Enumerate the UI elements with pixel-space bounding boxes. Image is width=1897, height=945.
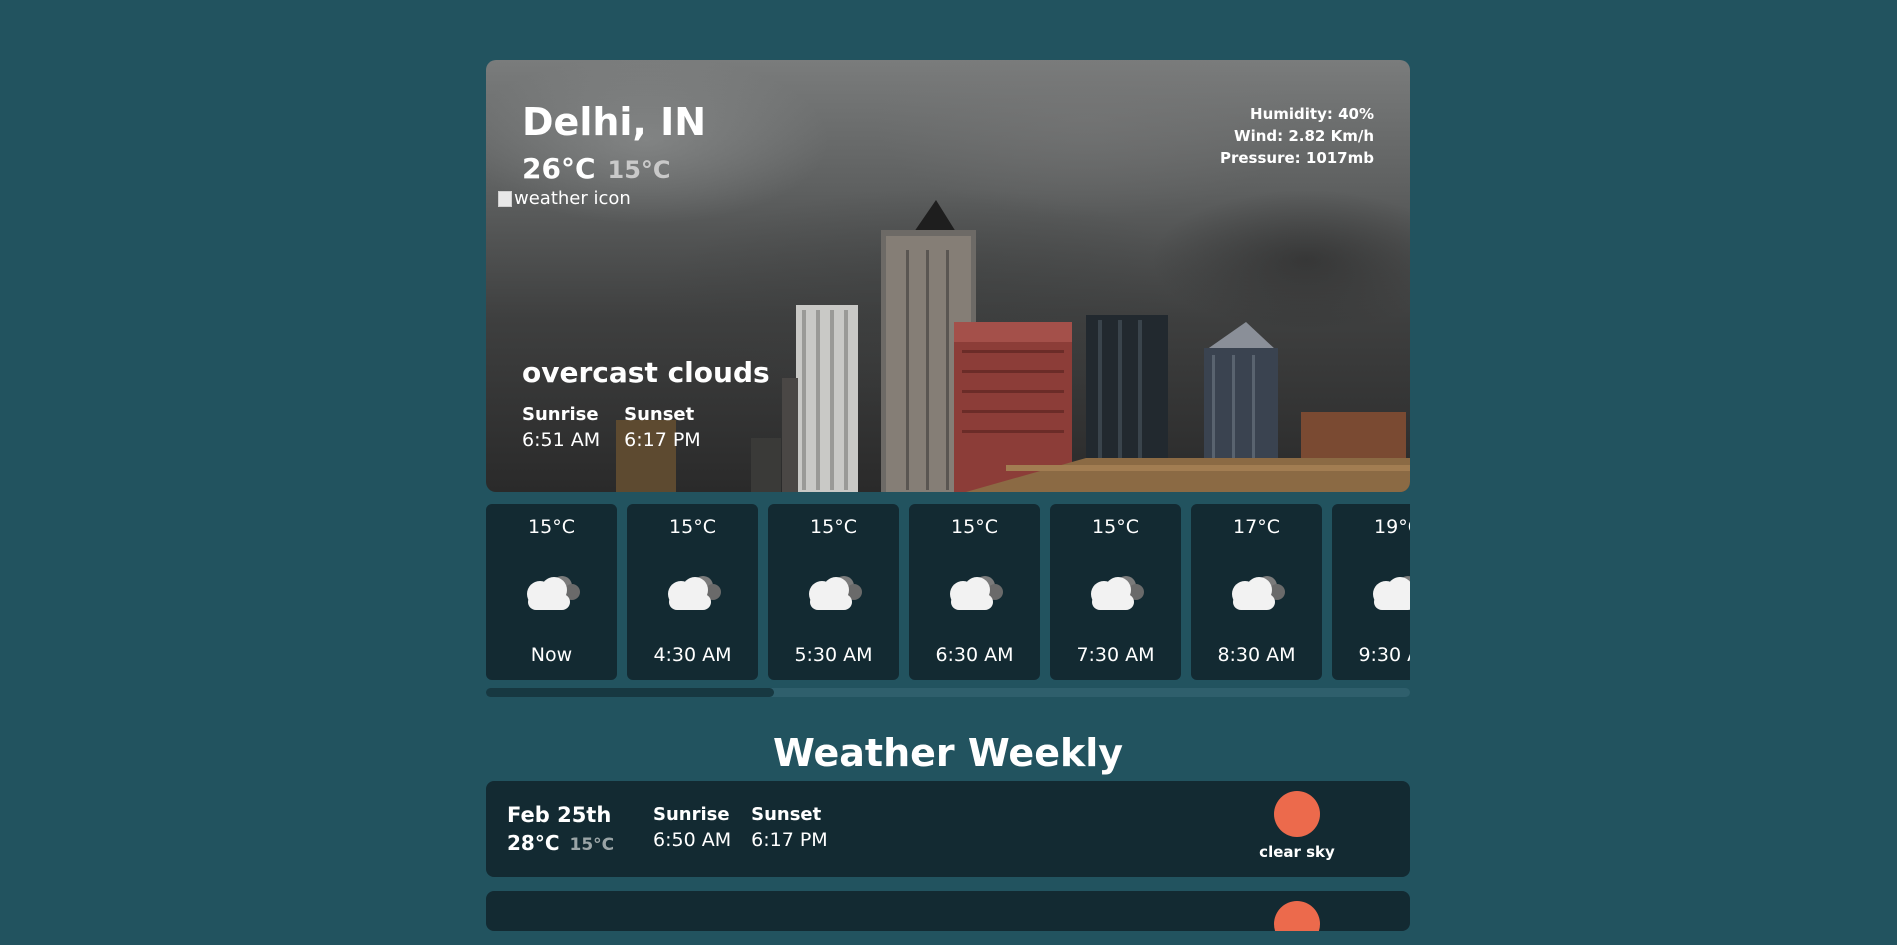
- hourly-temp: 15°C: [528, 516, 575, 538]
- hourly-card: 15°C Now: [486, 504, 617, 680]
- daily-sun-times: Sunrise 6:50 AM Sunset 6:17 PM: [653, 803, 828, 853]
- weather-icon-broken-image: weather icon: [498, 188, 631, 209]
- cloud-icon: [667, 576, 721, 610]
- cloud-icon: [949, 576, 1003, 610]
- hourly-temp: 15°C: [1092, 516, 1139, 538]
- hourly-temp: 17°C: [1233, 516, 1280, 538]
- daily-date-block: Feb 25th 28°C 15°C: [507, 801, 614, 855]
- humidity-text: Humidity: 40%: [1250, 105, 1374, 123]
- cloud-icon: [526, 576, 580, 610]
- sunset-block: Sunset 6:17 PM: [624, 403, 701, 453]
- sunset-label: Sunset: [624, 404, 695, 425]
- weather-icon-alt-text: weather icon: [514, 188, 631, 209]
- hourly-time: 8:30 AM: [1217, 644, 1296, 666]
- sunrise-block: Sunrise 6:51 AM: [522, 403, 600, 453]
- hourly-temp: 15°C: [951, 516, 998, 538]
- cloud-icon: [1231, 576, 1285, 610]
- current-details: Humidity: 40% Wind: 2.82 Km/h Pressure: …: [1220, 103, 1374, 169]
- weather-app: Delhi, IN 26°C 15°C weather icon Humidit…: [486, 60, 1410, 945]
- hourly-time: 5:30 AM: [794, 644, 873, 666]
- current-summary: overcast clouds Sunrise 6:51 AM Sunset 6…: [522, 356, 770, 453]
- hourly-scrollbar[interactable]: [486, 688, 1410, 697]
- daily-sunrise-block: Sunrise 6:50 AM: [653, 803, 731, 853]
- hourly-card: 15°C 7:30 AM: [1050, 504, 1181, 680]
- hourly-forecast-scroller[interactable]: 15°C Now 15°C 4:30 AM 15°C 5:30 AM 15°C …: [486, 504, 1410, 680]
- hourly-time: Now: [530, 644, 573, 666]
- current-temp-min: 15°C: [607, 156, 671, 184]
- current-weather-card: Delhi, IN 26°C 15°C weather icon Humidit…: [486, 60, 1410, 492]
- sunrise-time: 6:51 AM: [522, 429, 601, 451]
- broken-image-icon: [498, 190, 512, 207]
- hourly-card: 15°C 6:30 AM: [909, 504, 1040, 680]
- current-temp-max: 26°C: [522, 152, 596, 185]
- daily-temps: 28°C 15°C: [507, 831, 614, 855]
- daily-temp-max: 28°C: [507, 831, 560, 855]
- weather-description: overcast clouds: [522, 356, 770, 389]
- daily-sunset-label: Sunset: [751, 804, 822, 825]
- daily-sunrise-label: Sunrise: [653, 804, 730, 825]
- wind-text: Wind: 2.82 Km/h: [1234, 127, 1374, 145]
- hourly-time: 7:30 AM: [1076, 644, 1155, 666]
- city-name: Delhi, IN: [522, 100, 707, 144]
- hourly-time: 9:30 AM: [1358, 644, 1410, 666]
- daily-sunrise-time: 6:50 AM: [653, 829, 732, 851]
- current-location-block: Delhi, IN 26°C 15°C: [522, 98, 706, 185]
- hourly-temp: 15°C: [669, 516, 716, 538]
- sunrise-label: Sunrise: [522, 404, 599, 425]
- daily-forecast-card: [486, 891, 1410, 931]
- daily-forecast-card: Feb 25th 28°C 15°C Sunrise 6:50 AM Sunse…: [486, 781, 1410, 877]
- hourly-card: 15°C 5:30 AM: [768, 504, 899, 680]
- sun-icon: [1274, 901, 1320, 931]
- current-temps: 26°C 15°C: [522, 152, 706, 185]
- daily-sunset-block: Sunset 6:17 PM: [751, 803, 828, 853]
- hourly-forecast-list: 15°C Now 15°C 4:30 AM 15°C 5:30 AM 15°C …: [486, 504, 1410, 680]
- daily-date: Feb 25th: [507, 803, 612, 827]
- hourly-temp: 19°C: [1374, 516, 1410, 538]
- daily-condition: clear sky: [1242, 791, 1352, 861]
- hourly-time: 6:30 AM: [935, 644, 1014, 666]
- sun-icon: [1274, 791, 1320, 837]
- hourly-time: 4:30 AM: [653, 644, 732, 666]
- hourly-card: 17°C 8:30 AM: [1191, 504, 1322, 680]
- daily-temp-min: 15°C: [569, 835, 615, 855]
- hourly-card: 19°C 9:30 AM: [1332, 504, 1410, 680]
- sun-times: Sunrise 6:51 AM Sunset 6:17 PM: [522, 403, 770, 453]
- cloud-icon: [1372, 576, 1410, 610]
- daily-condition: [1242, 901, 1352, 931]
- hourly-temp: 15°C: [810, 516, 857, 538]
- pressure-text: Pressure: 1017mb: [1219, 149, 1374, 167]
- hourly-scrollbar-thumb[interactable]: [486, 688, 774, 697]
- hourly-card: 15°C 4:30 AM: [627, 504, 758, 680]
- daily-condition-text: clear sky: [1259, 843, 1335, 861]
- cloud-icon: [808, 576, 862, 610]
- sunset-time: 6:17 PM: [624, 429, 701, 451]
- daily-sunset-time: 6:17 PM: [751, 829, 828, 851]
- cloud-icon: [1090, 576, 1144, 610]
- weekly-title: Weather Weekly: [772, 731, 1124, 775]
